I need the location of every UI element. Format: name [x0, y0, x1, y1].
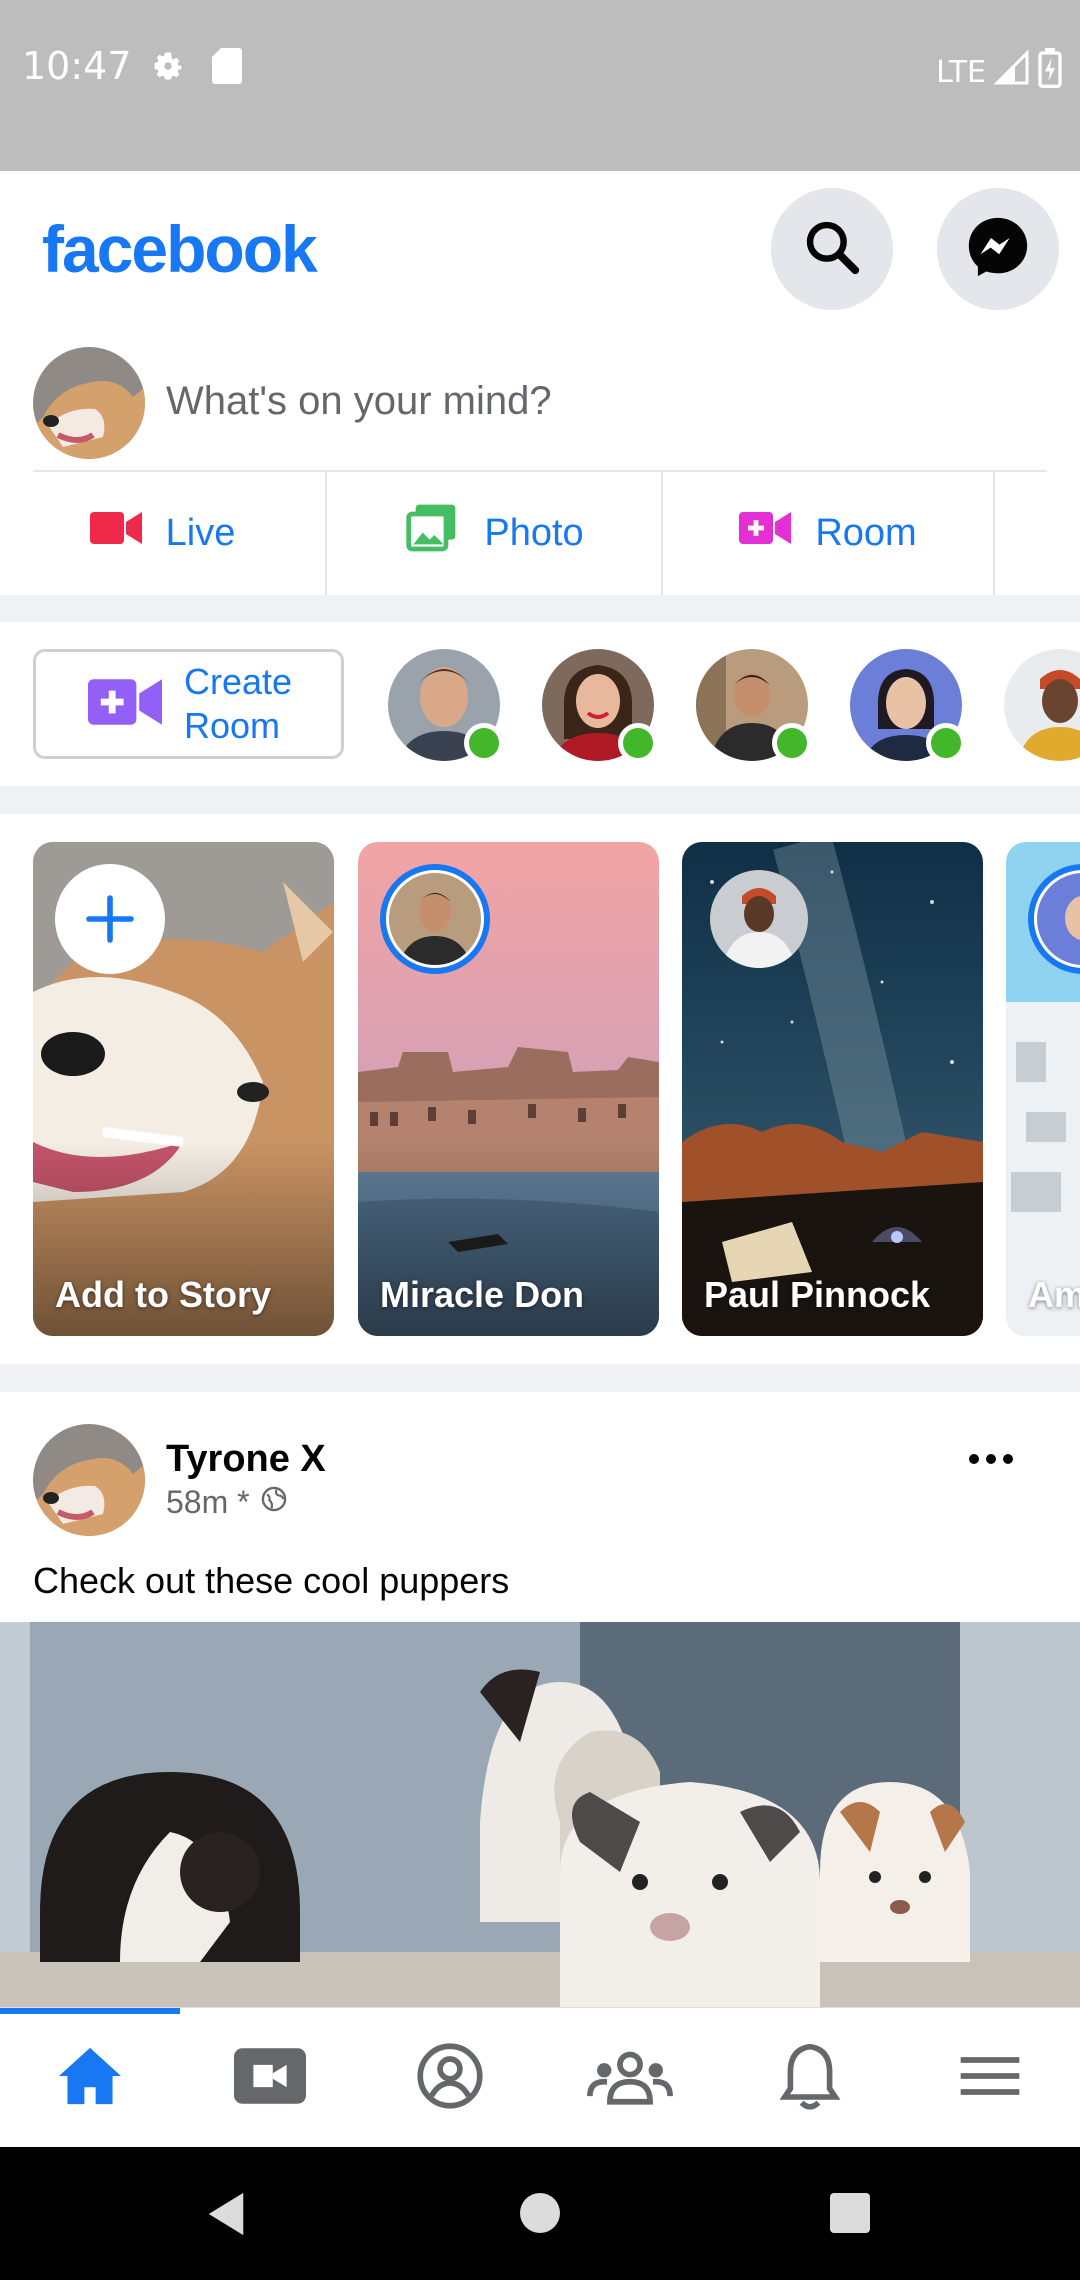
gear-icon	[150, 48, 186, 89]
photo-button[interactable]: Photo	[327, 471, 663, 595]
post-author-avatar[interactable]	[33, 1424, 145, 1536]
story-avatar	[1028, 864, 1080, 974]
online-indicator	[464, 723, 504, 763]
sd-card-icon	[212, 48, 242, 89]
story-card[interactable]: Miracle Don	[358, 842, 659, 1336]
section-separator	[0, 786, 1080, 814]
nav-video[interactable]	[180, 2008, 360, 2148]
signal-icon	[993, 49, 1030, 94]
story-name: Miracle Don	[380, 1274, 585, 1315]
feed-post: Tyrone X 58m * Check out these cool pupp…	[0, 1392, 1080, 2007]
status-bar: 10:47 LTE	[0, 0, 1080, 171]
search-icon	[801, 216, 863, 283]
room-friend-avatar[interactable]	[850, 649, 966, 763]
user-avatar[interactable]	[33, 347, 145, 459]
online-indicator	[618, 723, 658, 763]
room-label: Room	[815, 511, 917, 554]
status-time: 10:47	[22, 44, 132, 88]
post-options-button[interactable]	[968, 1452, 1014, 1470]
story-name: Paul Pinnock	[704, 1274, 931, 1315]
status-right: LTE	[936, 48, 1062, 96]
stories-row: Add to Story Miracle Don Paul Pinnock Am	[0, 814, 1080, 1364]
live-button[interactable]: Live	[0, 471, 327, 595]
facebook-logo[interactable]: facebook	[42, 211, 318, 287]
nav-home[interactable]	[0, 2008, 180, 2148]
story-card[interactable]: Am	[1006, 842, 1080, 1336]
section-separator	[0, 595, 1080, 622]
live-label: Live	[165, 511, 236, 554]
battery-charging-icon	[1038, 48, 1062, 96]
room-friend-avatar[interactable]	[388, 649, 504, 763]
story-name: Am	[1028, 1274, 1080, 1315]
menu-icon	[958, 2054, 1022, 2103]
globe-icon	[260, 1484, 288, 1521]
online-indicator	[772, 723, 812, 763]
nav-profile[interactable]	[360, 2008, 540, 2148]
post-image[interactable]	[0, 1622, 1080, 2007]
section-separator	[0, 1364, 1080, 1392]
create-room-button[interactable]: Create Room	[33, 649, 344, 759]
room-friend-avatar[interactable]	[542, 649, 658, 763]
nav-notifications[interactable]	[720, 2008, 900, 2148]
create-room-label: Create Room	[184, 661, 293, 746]
composer-actions: Live Photo Room	[0, 471, 1080, 595]
photo-label: Photo	[484, 511, 584, 554]
add-story-button[interactable]	[55, 864, 165, 974]
back-icon[interactable]	[204, 2191, 248, 2242]
more-dots-icon	[968, 1452, 1014, 1469]
online-indicator	[926, 723, 966, 763]
post-timestamp: 58m *	[166, 1484, 250, 1520]
video-icon	[234, 2047, 306, 2110]
post-text: Check out these cool puppers	[33, 1560, 510, 1601]
story-avatar	[380, 864, 490, 974]
home-circle-icon[interactable]	[518, 2191, 562, 2240]
messenger-button[interactable]	[937, 188, 1059, 310]
room-icon	[739, 510, 792, 556]
room-icon	[88, 676, 162, 733]
recents-icon[interactable]	[828, 2191, 872, 2240]
rooms-row: Create Room	[0, 622, 1080, 786]
home-icon	[56, 2045, 124, 2112]
post-meta: 58m *	[166, 1484, 288, 1521]
room-friend-avatar[interactable]	[1004, 649, 1080, 761]
nav-groups[interactable]	[540, 2008, 720, 2148]
nav-menu[interactable]	[900, 2008, 1080, 2148]
composer[interactable]: What's on your mind?	[0, 321, 1080, 472]
bottom-nav	[0, 2007, 1080, 2147]
story-card[interactable]: Paul Pinnock	[682, 842, 983, 1336]
more-actions[interactable]	[995, 471, 1080, 595]
profile-icon	[416, 2042, 484, 2115]
live-video-icon	[89, 510, 142, 556]
story-name: Add to Story	[55, 1274, 271, 1315]
active-tab-indicator	[0, 2008, 180, 2014]
room-friend-avatar[interactable]	[696, 649, 812, 763]
composer-input[interactable]: What's on your mind?	[166, 379, 552, 424]
post-author-name[interactable]: Tyrone X	[166, 1438, 326, 1481]
network-type: LTE	[936, 54, 986, 90]
system-nav-bar	[0, 2147, 1080, 2280]
app-header: facebook	[0, 171, 1080, 321]
notifications-icon	[779, 2041, 841, 2116]
story-avatar	[704, 864, 814, 974]
room-button[interactable]: Room	[663, 471, 995, 595]
photo-icon	[404, 500, 460, 566]
search-button[interactable]	[771, 188, 893, 310]
messenger-icon	[963, 212, 1033, 287]
add-story-card[interactable]: Add to Story	[33, 842, 334, 1336]
groups-icon	[587, 2047, 673, 2110]
